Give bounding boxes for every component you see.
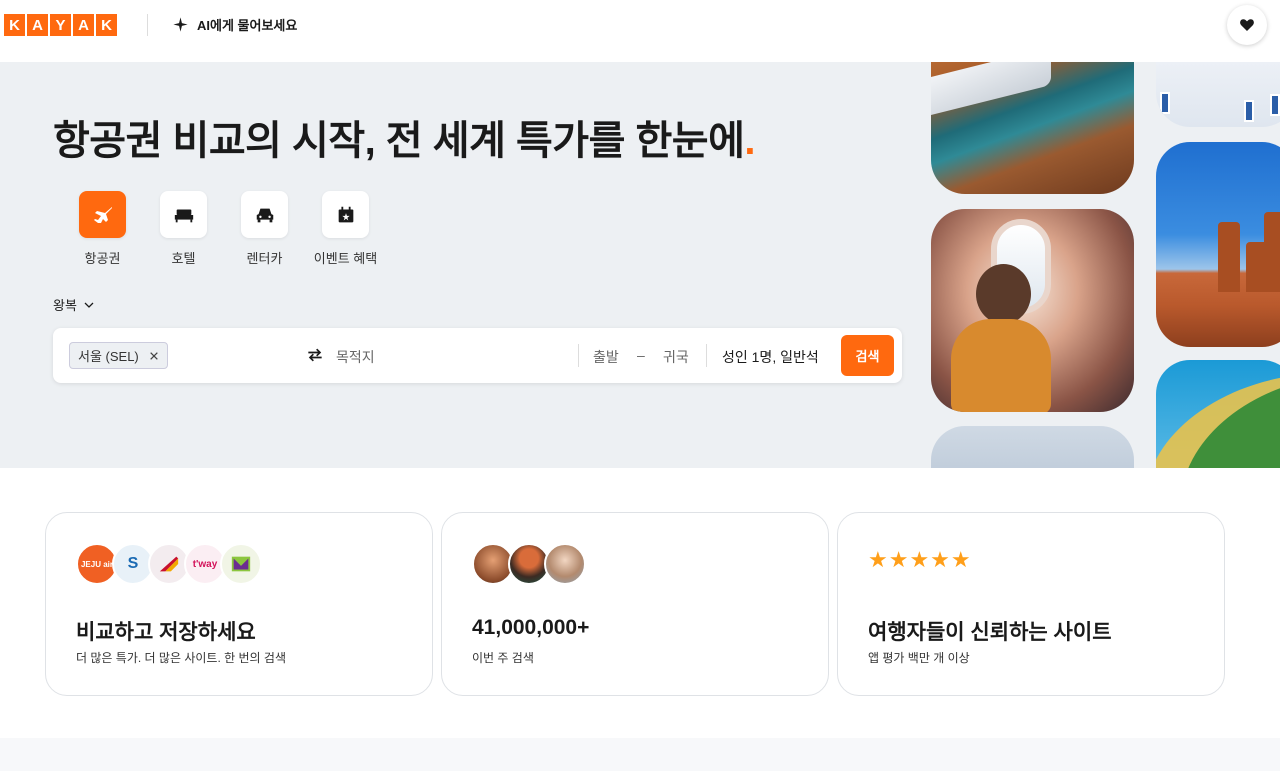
ask-ai-button[interactable]: AI에게 물어보세요 — [172, 15, 297, 34]
search-button[interactable]: 검색 — [841, 335, 894, 376]
page-title: 항공권 비교의 시작, 전 세계 특가를 한눈에. — [53, 108, 756, 166]
collage-image-airplane-wing — [931, 62, 1134, 194]
next-section-band — [0, 738, 1280, 771]
sparkle-icon — [173, 17, 188, 32]
card-subtitle: 더 많은 특가. 더 많은 사이트. 한 번의 검색 — [76, 651, 286, 665]
bed-icon — [160, 191, 207, 238]
close-icon[interactable] — [149, 351, 159, 361]
collage-image-sky — [931, 426, 1134, 468]
origin-chip[interactable]: 서울 (SEL) — [69, 342, 168, 369]
collage-image-desert-buttes — [1156, 142, 1280, 347]
card-subtitle: 이번 주 검색 — [472, 651, 534, 665]
origin-chip-label: 서울 (SEL) — [78, 349, 139, 364]
headline-text: 항공권 비교의 시작, 전 세계 특가를 한눈에 — [53, 119, 745, 163]
logo-letter: A — [27, 14, 48, 36]
heart-icon — [1240, 19, 1254, 31]
saved-trips-button[interactable] — [1227, 5, 1267, 45]
avatar — [544, 543, 586, 585]
trip-type-value: 왕복 — [53, 298, 77, 313]
card-subtitle: 앱 평가 백만 개 이상 — [868, 651, 970, 665]
tab-deals-label: 이벤트 혜택 — [313, 251, 378, 266]
compare-card: JEJU air S t'way 비교하고 저장하세요 더 많은 특가. 더 많… — [45, 512, 433, 696]
traveler-avatars — [472, 543, 586, 585]
card-title: 비교하고 저장하세요 — [76, 621, 256, 644]
logo-letter: K — [4, 14, 25, 36]
logo-letter: Y — [50, 14, 71, 36]
trip-type-dropdown[interactable]: 왕복 — [53, 295, 95, 314]
tab-hotels-label: 호텔 — [171, 251, 196, 266]
logo-letter: K — [96, 14, 117, 36]
depart-date-input[interactable]: 출발 — [593, 347, 619, 367]
plane-icon — [79, 191, 126, 238]
tab-flights[interactable]: 항공권 — [62, 191, 143, 267]
date-range-dash: – — [637, 347, 645, 363]
top-header: K A Y A K AI에게 물어보세요 — [0, 0, 1280, 62]
travelers-cabin-selector[interactable]: 성인 1명, 일반석 — [722, 347, 819, 367]
card-title: 여행자들이 신뢰하는 사이트 — [868, 621, 1112, 644]
tab-cars-label: 렌터카 — [246, 251, 283, 266]
trust-card: ★★★★★ 여행자들이 신뢰하는 사이트 앱 평가 백만 개 이상 — [837, 512, 1225, 696]
field-divider — [706, 344, 707, 367]
tab-cars[interactable]: 렌터카 — [224, 191, 305, 267]
gift-calendar-icon — [322, 191, 369, 238]
searches-card: 41,000,000+ 이번 주 검색 — [441, 512, 829, 696]
flight-search-form: 서울 (SEL) 목적지 출발 – 귀국 성인 1명, 일반석 검색 — [53, 328, 902, 383]
tab-hotels[interactable]: 호텔 — [143, 191, 224, 267]
star-rating-icon: ★★★★★ — [868, 547, 972, 572]
collage-image-child-window — [931, 209, 1134, 412]
hero-section: 항공권 비교의 시작, 전 세계 특가를 한눈에. 항공권 호텔 렌터카 이벤트… — [0, 62, 1280, 468]
chevron-down-icon — [84, 302, 94, 308]
card-title: 41,000,000+ — [472, 616, 590, 639]
return-date-input[interactable]: 귀국 — [663, 347, 689, 367]
vertical-nav: 항공권 호텔 렌터카 이벤트 혜택 — [62, 191, 386, 267]
field-divider — [578, 344, 579, 367]
collage-image-building — [1156, 62, 1280, 127]
headline-dot: . — [744, 119, 756, 163]
header-divider — [147, 14, 148, 36]
collage-image-palm — [1156, 360, 1280, 468]
destination-input[interactable]: 목적지 — [336, 347, 375, 367]
car-icon — [241, 191, 288, 238]
airline-logos: JEJU air S t'way — [76, 543, 262, 585]
jin-air-logo — [220, 543, 262, 585]
tab-flights-label: 항공권 — [84, 251, 121, 266]
ask-ai-label: AI에게 물어보세요 — [197, 18, 298, 33]
tab-deals[interactable]: 이벤트 혜택 — [305, 191, 386, 267]
swap-icon[interactable] — [305, 345, 325, 365]
kayak-logo[interactable]: K A Y A K — [4, 14, 117, 36]
logo-letter: A — [73, 14, 94, 36]
